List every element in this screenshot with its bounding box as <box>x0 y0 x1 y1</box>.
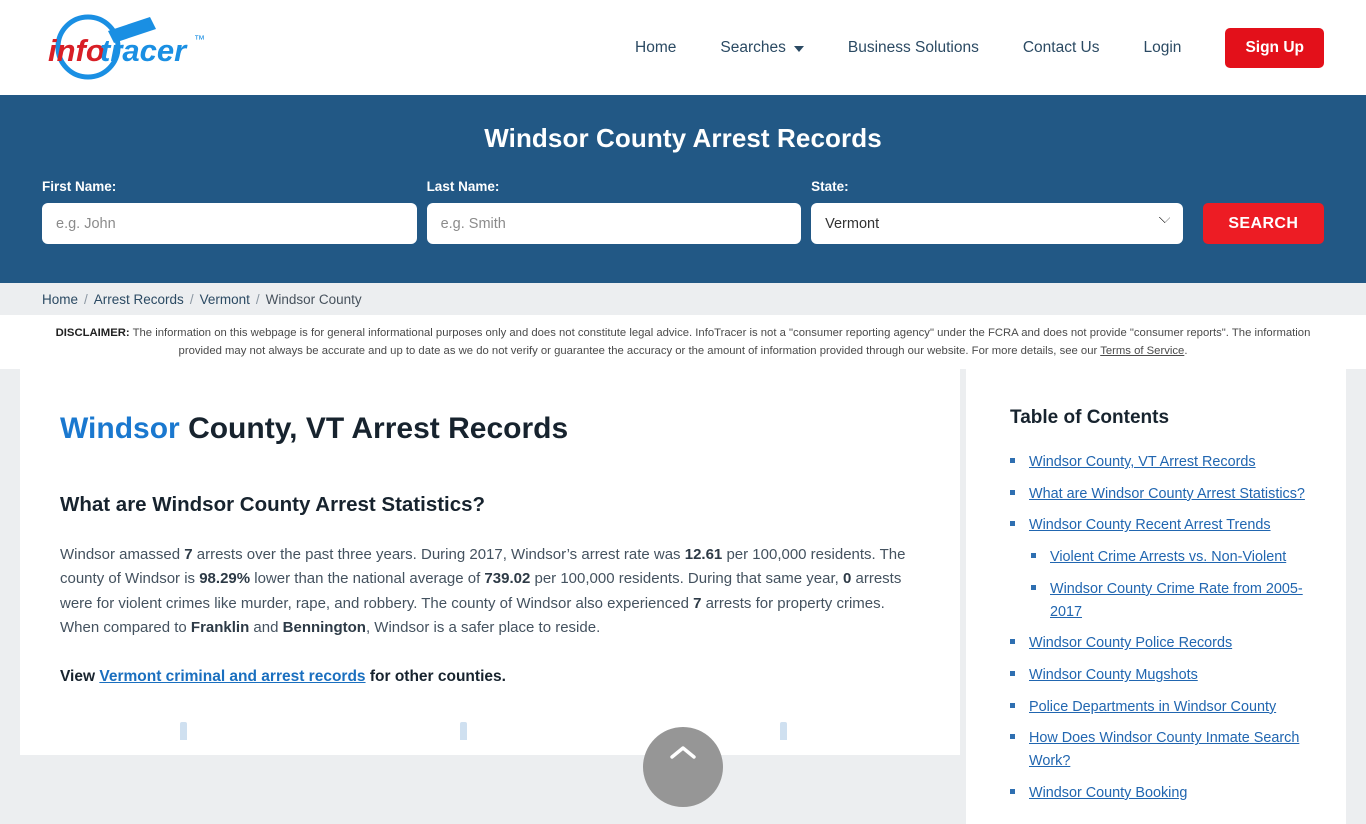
stat-value: 739.02 <box>484 570 531 588</box>
state-label: State: <box>811 179 849 194</box>
last-name-label: Last Name: <box>426 179 500 194</box>
toc-link[interactable]: Windsor County Police Records <box>1029 635 1232 651</box>
stat-value: Bennington <box>282 618 366 636</box>
paragraph-text: and <box>249 618 283 636</box>
stat-value: 98.29% <box>199 570 251 588</box>
page-title-accent: Windsor <box>60 412 180 445</box>
nav-label: Home <box>635 38 677 56</box>
vermont-records-link[interactable]: Vermont criminal and arrest records <box>99 668 365 685</box>
breadcrumb-item-current: Windsor County <box>265 291 362 307</box>
table-of-contents-card: Table of Contents Windsor County, VT Arr… <box>966 369 1346 824</box>
toc-link[interactable]: Windsor County Crime Rate from 2005-2017 <box>1050 581 1303 620</box>
nav-label: Login <box>1143 38 1182 56</box>
below-fold-peek <box>60 708 920 741</box>
breadcrumb-item-home[interactable]: Home <box>42 292 78 307</box>
view-prefix: View <box>60 668 100 686</box>
paragraph-text: , Windsor is a safer place to reside. <box>365 618 601 636</box>
arrest-statistics-paragraph: Windsor amassed 7 arrests over the past … <box>60 543 920 640</box>
peek-shape <box>180 722 187 741</box>
view-other-counties-line: View Vermont criminal and arrest records… <box>60 668 920 686</box>
terms-of-service-link[interactable]: Terms of Service <box>1100 345 1184 357</box>
toc-list-item: Windsor County Police Records <box>1010 632 1312 655</box>
first-name-label: First Name: <box>42 179 117 194</box>
breadcrumb: Home / Arrest Records / Vermont / Windso… <box>0 283 1366 315</box>
toc-list: Windsor County, VT Arrest Records What ar… <box>1010 451 1312 805</box>
site-header: info tracer ™ Home Searches Business Sol… <box>0 0 1366 95</box>
peek-shape <box>780 722 787 741</box>
stat-value: 7 <box>184 546 193 563</box>
nav-label: Searches <box>720 38 786 56</box>
toc-list-item: Windsor County Booking <box>1010 782 1312 805</box>
chevron-down-icon <box>793 45 804 52</box>
toc-list-item: What are Windsor County Arrest Statistic… <box>1010 483 1312 506</box>
disclaimer-prefix: DISCLAIMER: <box>55 327 130 339</box>
sign-up-button[interactable]: Sign Up <box>1225 27 1324 68</box>
svg-text:™: ™ <box>194 34 205 46</box>
toc-link[interactable]: Police Departments in Windsor County <box>1029 699 1276 715</box>
page-title-rest: County, VT Arrest Records <box>179 412 569 445</box>
search-form: First Name: Last Name: State: Vermont SE… <box>42 179 1324 244</box>
toc-link[interactable]: Violent Crime Arrests vs. Non-Violent <box>1050 549 1286 565</box>
main-navigation: Home Searches Business Solutions Contact… <box>613 27 1324 68</box>
view-suffix: for other counties. <box>365 668 506 686</box>
toc-title: Table of Contents <box>1010 407 1170 428</box>
breadcrumb-separator: / <box>84 291 88 307</box>
section-heading-arrest-statistics: What are Windsor County Arrest Statistic… <box>60 493 486 516</box>
first-name-input[interactable] <box>42 203 417 244</box>
breadcrumb-separator: / <box>255 291 260 307</box>
stat-value: 12.61 <box>684 546 723 563</box>
toc-link[interactable]: Windsor County Booking <box>1029 785 1187 801</box>
search-button[interactable]: SEARCH <box>1202 203 1324 244</box>
stat-value: Franklin <box>190 618 250 636</box>
disclaimer-banner: DISCLAIMER: The information on this webp… <box>0 315 1366 369</box>
toc-link[interactable]: Windsor County, VT Arrest Records <box>1029 454 1256 470</box>
nav-item-login[interactable]: Login <box>1122 40 1204 56</box>
toc-list-item: Windsor County, VT Arrest Records <box>1010 451 1312 474</box>
breadcrumb-item-vermont[interactable]: Vermont <box>200 292 250 307</box>
toc-list-item: Windsor County Crime Rate from 2005-2017 <box>1010 578 1312 623</box>
toc-list-item: Windsor County Recent Arrest Trends <box>1010 514 1312 537</box>
toc-link[interactable]: Windsor County Recent Arrest Trends <box>1029 517 1271 533</box>
toc-link[interactable]: What are Windsor County Arrest Statistic… <box>1029 486 1305 502</box>
breadcrumb-item-arrest-records[interactable]: Arrest Records <box>94 292 184 307</box>
paragraph-text: per 100,000 residents. During that same … <box>530 570 843 588</box>
toc-list-item: Police Departments in Windsor County <box>1010 696 1312 719</box>
logo-icon: info tracer ™ <box>48 14 205 79</box>
paragraph-text: arrests over the past three years. Durin… <box>192 546 685 563</box>
peek-shape <box>460 722 467 741</box>
paragraph-text: lower than the national average of <box>250 570 485 588</box>
svg-text:tracer: tracer <box>100 33 188 68</box>
first-name-field-group: First Name: <box>42 179 417 244</box>
hero-search-section: Windsor County Arrest Records First Name… <box>0 95 1366 283</box>
disclaimer-tail: . <box>1184 344 1188 357</box>
scroll-to-top-button[interactable] <box>643 727 723 807</box>
toc-list-item: How Does Windsor County Inmate Search Wo… <box>1010 727 1312 772</box>
main-content-card: Windsor County, VT Arrest Records What a… <box>20 369 960 755</box>
nav-item-searches[interactable]: Searches <box>698 40 825 56</box>
toc-list-item: Violent Crime Arrests vs. Non-Violent <box>1010 546 1312 569</box>
nav-item-business-solutions[interactable]: Business Solutions <box>826 40 1001 56</box>
state-field-group: State: Vermont <box>811 179 1183 244</box>
toc-link[interactable]: Windsor County Mugshots <box>1029 667 1198 683</box>
page-title: Windsor County, VT Arrest Records <box>60 411 920 447</box>
nav-item-home[interactable]: Home <box>613 40 698 56</box>
last-name-field-group: Last Name: <box>426 179 802 244</box>
state-select[interactable]: Vermont <box>811 203 1183 244</box>
breadcrumb-separator: / <box>189 291 194 307</box>
infotracer-logo[interactable]: info tracer ™ <box>42 13 232 83</box>
nav-label: Business Solutions <box>847 38 979 56</box>
toc-list-item: Windsor County Mugshots <box>1010 664 1312 687</box>
toc-link[interactable]: How Does Windsor County Inmate Search Wo… <box>1029 730 1299 769</box>
nav-label: Contact Us <box>1022 38 1100 56</box>
svg-text:info: info <box>48 33 105 68</box>
last-name-input[interactable] <box>426 203 802 244</box>
paragraph-text: Windsor amassed <box>60 546 185 563</box>
hero-title: Windsor County Arrest Records <box>484 123 882 153</box>
nav-item-contact-us[interactable]: Contact Us <box>1001 40 1122 56</box>
chevron-up-icon <box>670 746 696 759</box>
